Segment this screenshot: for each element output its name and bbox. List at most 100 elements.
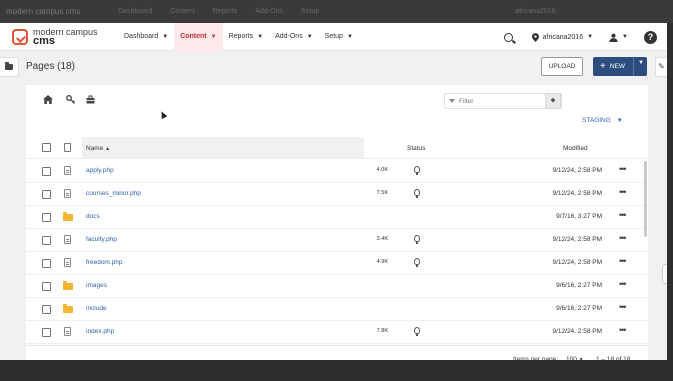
chevron-down-icon[interactable]: ▼ — [638, 60, 644, 66]
row-checkbox[interactable] — [42, 236, 51, 245]
chevron-down-icon: ▼ — [587, 34, 594, 40]
more-options-icon[interactable]: ••• — [619, 164, 627, 174]
file-name-link[interactable]: images — [86, 282, 107, 289]
file-name-link[interactable]: freedom.php — [86, 259, 123, 266]
top-navigation: modern campus cms Dashboard ▼ Content ▼ Re… — [0, 22, 667, 51]
file-name-link[interactable]: courses_minor.php — [86, 190, 141, 197]
button-divider — [633, 57, 634, 76]
nav-setup[interactable]: Setup ▼ — [319, 23, 359, 51]
row-checkbox[interactable] — [42, 259, 51, 268]
file-icon — [64, 166, 71, 175]
chevron-down-icon: ▼ — [346, 33, 353, 40]
upload-button[interactable]: UPLOAD — [541, 57, 583, 76]
table-row[interactable]: faculty.php 3.4K 9/12/24, 2:58 PM ••• — [26, 229, 648, 252]
gadgets-toggle[interactable]: ✎ — [655, 57, 667, 77]
table-row[interactable]: docs 9/7/16, 3:27 PM ••• — [26, 206, 648, 229]
file-name-link[interactable]: index.php — [86, 328, 114, 335]
lightbulb-icon — [414, 258, 420, 267]
more-options-icon[interactable]: ••• — [619, 233, 627, 243]
folder-icon — [5, 62, 13, 70]
key-icon[interactable] — [66, 95, 75, 104]
select-all-checkbox[interactable] — [42, 143, 51, 152]
file-name-link[interactable]: docs — [86, 213, 100, 220]
modified-column-header[interactable]: Modified — [563, 145, 588, 152]
ghost-nav-item: Content — [170, 8, 195, 15]
more-options-icon[interactable]: ••• — [619, 210, 627, 220]
nav-label: Setup — [324, 33, 343, 40]
new-button[interactable]: + NEW ▼ — [593, 57, 647, 76]
file-size: 4.9K — [376, 259, 388, 265]
logo-line2: cms — [33, 34, 56, 47]
bottom-bar — [0, 360, 673, 381]
site-selector[interactable]: africana2016 — [543, 34, 583, 41]
nav-add-ons[interactable]: Add-Ons ▼ — [269, 23, 319, 51]
modified-date: 9/6/16, 2:27 PM — [556, 305, 602, 312]
chevron-down-icon: ▼ — [162, 33, 169, 40]
user-icon[interactable] — [609, 33, 618, 42]
tag-filter-button[interactable]: ⬥ — [545, 93, 561, 109]
right-edge — [667, 23, 673, 360]
ghost-site-name: africana2016 — [515, 8, 556, 15]
file-icon — [64, 327, 71, 336]
more-options-icon[interactable]: ••• — [619, 325, 627, 335]
lightbulb-icon — [414, 327, 420, 336]
table-row[interactable]: images 9/6/16, 2:27 PM ••• — [26, 275, 648, 298]
panel-toolbar: ⬥ — [26, 85, 648, 114]
row-checkbox[interactable] — [42, 305, 51, 314]
table-row[interactable]: apply.php 4.0K 9/12/24, 2:58 PM ••• — [26, 160, 648, 183]
table-row[interactable]: include 9/6/16, 2:27 PM ••• — [26, 298, 648, 321]
ghost-nav-item: Dashboard — [118, 8, 153, 15]
ghost-nav-item: Reports — [212, 8, 238, 15]
row-checkbox[interactable] — [42, 213, 51, 222]
ghost-nav-item: Setup — [300, 8, 320, 15]
modified-date: 9/12/24, 2:58 PM — [552, 190, 602, 197]
more-options-icon[interactable]: ••• — [619, 302, 627, 312]
page-title: Pages (18) — [26, 61, 75, 72]
name-column-highlight — [82, 137, 364, 159]
nav-label: Add-Ons — [275, 33, 303, 40]
home-icon[interactable] — [43, 95, 53, 104]
table-header: Name ▲ Status Modified — [26, 137, 648, 159]
chevron-down-icon: ▼ — [616, 117, 623, 124]
folder-icon — [63, 281, 73, 290]
background-ghost-bar: modern campus cms Dashboard Content Repo… — [0, 0, 673, 23]
more-options-icon[interactable]: ••• — [619, 187, 627, 197]
name-column-header[interactable]: Name ▲ — [86, 145, 110, 152]
ghost-logo: modern campus cms — [6, 7, 81, 16]
nav-reports[interactable]: Reports ▼ — [223, 23, 269, 51]
toolbox-icon[interactable] — [86, 95, 95, 104]
row-checkbox[interactable] — [42, 282, 51, 291]
logo[interactable]: modern campus cms — [12, 27, 118, 47]
top-right-controls: africana2016 ▼ ▼ ? — [503, 23, 667, 51]
nav-content[interactable]: Content ▼ — [174, 22, 223, 51]
staging-label: STAGING — [582, 117, 611, 124]
file-name-link[interactable]: faculty.php — [86, 236, 117, 243]
help-icon[interactable]: ? — [644, 30, 657, 44]
pages-panel: ⬥ STAGING ▼ Name ▲ Status Modified apply… — [26, 85, 648, 373]
search-icon[interactable] — [503, 32, 513, 42]
nav-label: Content — [180, 33, 207, 40]
map-pin-icon — [531, 32, 539, 42]
chevron-down-icon: ▼ — [306, 33, 313, 40]
plus-icon: + — [600, 61, 606, 72]
nav-dashboard[interactable]: Dashboard ▼ — [118, 23, 174, 51]
file-tree-toggle[interactable] — [0, 57, 19, 77]
more-options-icon[interactable]: ••• — [619, 279, 627, 289]
row-checkbox[interactable] — [42, 167, 51, 176]
row-checkbox[interactable] — [42, 190, 51, 199]
table-row[interactable]: freedom.php 4.9K 9/12/24, 2:58 PM ••• — [26, 252, 648, 275]
table-scrollbar[interactable] — [644, 161, 647, 237]
new-button-label: NEW — [609, 63, 626, 70]
file-name-link[interactable]: include — [86, 305, 107, 312]
table-row[interactable]: index.php 7.8K 9/12/24, 2:58 PM ••• — [26, 321, 648, 344]
filter-input[interactable] — [459, 97, 549, 105]
modified-date: 9/7/16, 3:27 PM — [556, 213, 602, 220]
status-column-header[interactable]: Status — [407, 145, 425, 152]
more-options-icon[interactable]: ••• — [619, 256, 627, 266]
staging-dropdown[interactable]: STAGING ▼ — [582, 117, 623, 124]
row-checkbox[interactable] — [42, 328, 51, 337]
file-name-link[interactable]: apply.php — [86, 167, 114, 174]
table-row[interactable]: courses_minor.php 7.5K 9/12/24, 2:58 PM … — [26, 183, 648, 206]
lightbulb-icon — [414, 166, 420, 175]
file-size: 4.0K — [376, 167, 388, 173]
